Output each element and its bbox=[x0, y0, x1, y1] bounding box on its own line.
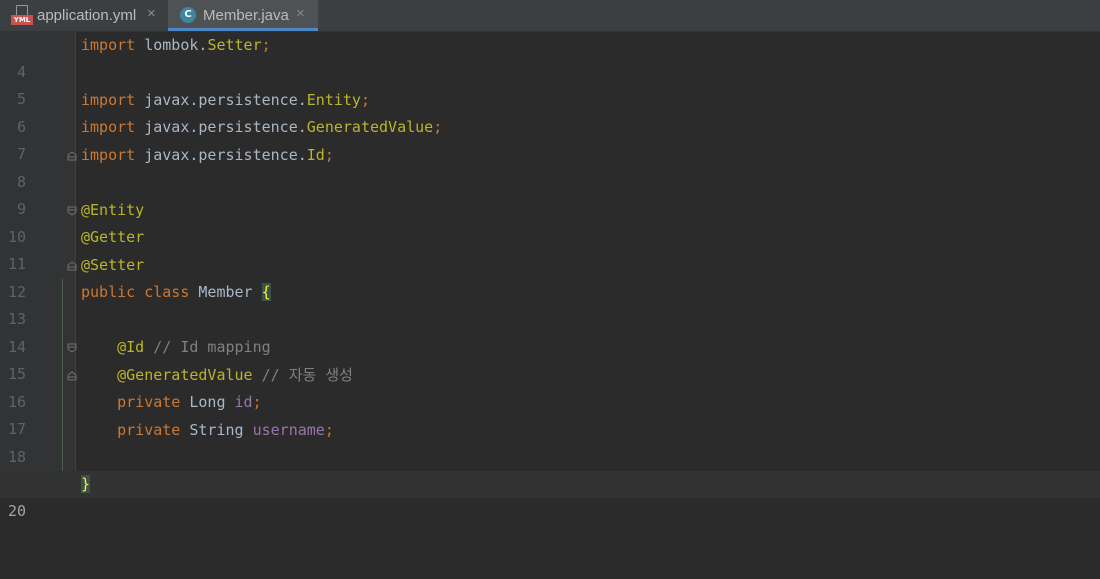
java-class-icon: C bbox=[180, 7, 196, 23]
fold-start-icon[interactable] bbox=[67, 343, 77, 353]
close-tab-icon[interactable]: × bbox=[296, 5, 305, 22]
code-line[interactable]: 10 @Entity bbox=[0, 197, 1100, 246]
fold-end-icon[interactable] bbox=[67, 261, 77, 271]
code-text: private String username; bbox=[117, 421, 334, 439]
code-text: } bbox=[81, 471, 91, 498]
code-text: import javax.persistence.GeneratedValue; bbox=[81, 118, 443, 136]
yml-file-icon: YML bbox=[11, 5, 33, 25]
code-line[interactable]: 15 @Id // Id mapping bbox=[0, 334, 1100, 383]
tab-member-java[interactable]: C Member.java × bbox=[168, 0, 318, 31]
code-text: @Id // Id mapping bbox=[117, 338, 271, 356]
tab-label: application.yml bbox=[37, 7, 137, 24]
code-text: import javax.persistence.Id; bbox=[81, 146, 334, 164]
fold-end-icon[interactable] bbox=[67, 151, 77, 161]
code-line[interactable]: 14 bbox=[0, 307, 1100, 356]
code-line[interactable]: 11 @Getter bbox=[0, 224, 1100, 273]
code-line[interactable]: 7 import javax.persistence.GeneratedValu… bbox=[0, 114, 1100, 163]
matched-brace: { bbox=[261, 283, 271, 301]
line-number: 20 bbox=[7, 502, 26, 520]
editor-tab-bar: YML application.yml × C Member.java × bbox=[0, 0, 1100, 32]
code-text: @Setter bbox=[81, 256, 145, 274]
code-text: import lombok.Setter; bbox=[81, 36, 271, 54]
code-text: public class Member { bbox=[81, 283, 271, 301]
code-line[interactable]: 17 private Long id; bbox=[0, 389, 1100, 438]
fold-start-icon[interactable] bbox=[67, 206, 77, 216]
code-line[interactable]: 13 public class Member { bbox=[0, 279, 1100, 328]
code-line[interactable]: 5 bbox=[0, 59, 1100, 108]
code-line[interactable]: 8 import javax.persistence.Id; bbox=[0, 142, 1100, 191]
code-line[interactable]: 19 bbox=[0, 444, 1100, 493]
code-text: @Entity bbox=[81, 201, 145, 219]
code-line[interactable]: 4 import lombok.Setter; bbox=[0, 32, 1100, 81]
code-text: @GeneratedValue // 자동 생성 bbox=[117, 366, 353, 384]
matched-brace: } bbox=[81, 475, 91, 493]
code-line[interactable]: 9 bbox=[0, 169, 1100, 218]
code-text: import javax.persistence.Entity; bbox=[81, 91, 370, 109]
fold-end-icon[interactable] bbox=[67, 371, 77, 381]
code-line[interactable]: 12 @Setter bbox=[0, 252, 1100, 301]
close-tab-icon[interactable]: × bbox=[147, 5, 156, 22]
code-text: @Getter bbox=[81, 228, 145, 246]
tab-application-yml[interactable]: YML application.yml × bbox=[0, 0, 168, 31]
code-text: private Long id; bbox=[117, 393, 262, 411]
code-editor[interactable]: 4 import lombok.Setter; 5 6 import javax… bbox=[0, 31, 1100, 520]
tab-label: Member.java bbox=[203, 7, 289, 24]
code-line-current[interactable]: 20 } bbox=[0, 471, 1100, 520]
code-line[interactable]: 18 private String username; bbox=[0, 417, 1100, 466]
code-line[interactable]: 6 import javax.persistence.Entity; bbox=[0, 87, 1100, 136]
code-line[interactable]: 16 @GeneratedValue // 자동 생성 bbox=[0, 362, 1100, 411]
